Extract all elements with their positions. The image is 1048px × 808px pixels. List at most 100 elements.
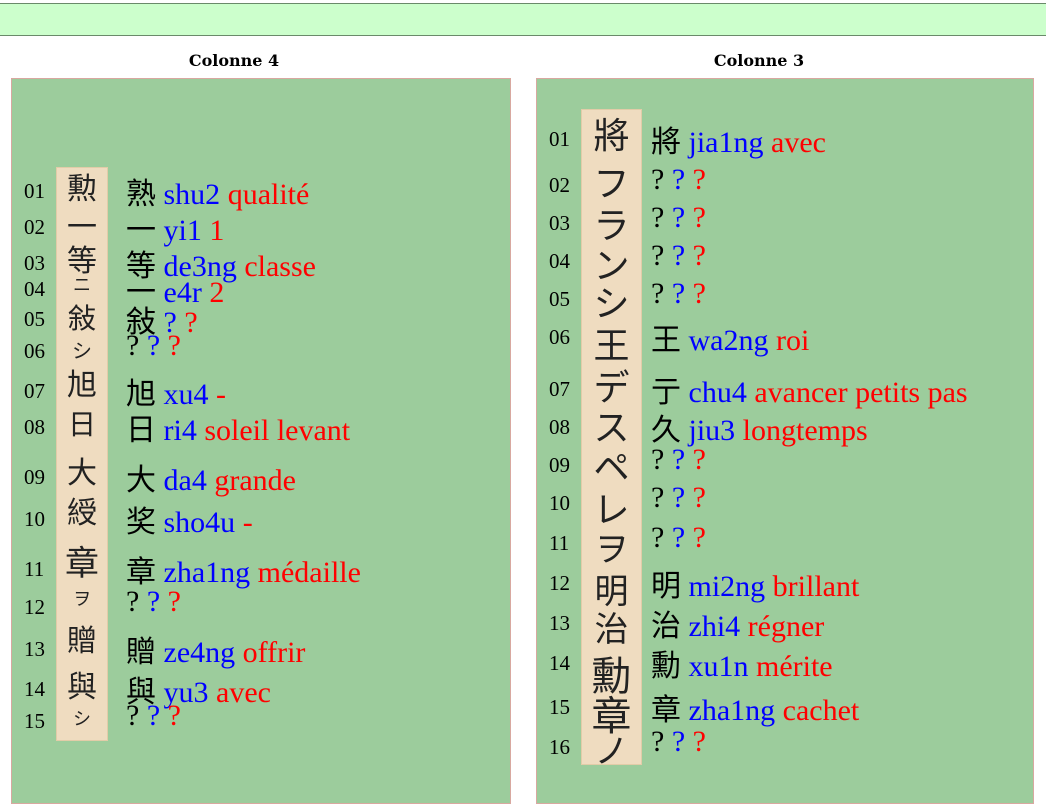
row-number: 02 xyxy=(549,173,570,197)
scan-glyph: ラ xyxy=(593,206,630,247)
row-number: 13 xyxy=(549,611,570,635)
french-meaning: ? xyxy=(692,163,706,196)
transcription-entry: 治 zhi4 régner xyxy=(651,601,824,645)
pinyin-reading: mi2ng xyxy=(688,570,766,603)
row-number: 10 xyxy=(24,507,45,531)
scan-glyph: シ xyxy=(593,284,630,325)
row-number: 01 xyxy=(24,179,45,203)
pinyin-reading: ? xyxy=(671,481,686,514)
scan-glyph: 綬 xyxy=(67,496,97,531)
french-meaning: ? xyxy=(167,329,181,362)
pinyin-reading: ? xyxy=(671,277,686,310)
scan-glyph: デ xyxy=(593,368,630,409)
row-number: 02 xyxy=(24,215,45,239)
column-3-scan-strip: 將フランシ王デスペレヲ明治勳章ノ xyxy=(581,109,642,769)
row-number: 14 xyxy=(24,677,45,701)
row-number: 05 xyxy=(24,307,45,331)
french-meaning: ? xyxy=(184,306,198,339)
hanzi-character: ? xyxy=(651,277,665,310)
scan-glyph: ヲ xyxy=(594,530,629,570)
french-meaning: ? xyxy=(692,481,706,514)
hanzi-character: 奖 xyxy=(126,506,156,539)
scan-glyph: 勳 xyxy=(591,654,632,700)
french-meaning: ? xyxy=(692,239,706,272)
transcription-entry: ? ? ? xyxy=(651,277,706,311)
column-3-title: Colonne 3 xyxy=(713,51,805,70)
pinyin-reading: ? xyxy=(671,239,686,272)
scan-glyph: 治 xyxy=(594,610,629,650)
scan-glyph: 旭 xyxy=(67,368,97,403)
hanzi-character: ? xyxy=(651,481,665,514)
french-meaning: ? xyxy=(692,443,706,476)
hanzi-character: ? xyxy=(126,585,140,618)
hanzi-character: 贈 xyxy=(126,636,156,669)
scan-glyph: 章 xyxy=(65,544,99,584)
french-meaning: 2 xyxy=(209,276,225,309)
column-4-panel: 勲一等ニ敍シ旭日大綬章ヲ贈與シ 01 熟 shu2 qualité 02 一 yi1 … xyxy=(11,78,511,804)
french-meaning: avec xyxy=(771,126,826,159)
pinyin-reading: ? xyxy=(146,699,161,732)
scan-glyph: ニ xyxy=(73,275,91,296)
transcription-entry: 將 jia1ng avec xyxy=(651,117,826,161)
transcription-entry: ? ? ? xyxy=(651,201,706,235)
hanzi-character: ? xyxy=(651,201,665,234)
scan-glyph: 一 xyxy=(67,210,97,245)
column-3-panel: 將フランシ王デスペレヲ明治勳章ノ 01 將 jia1ng avec 02? ? ? 0… xyxy=(536,78,1034,804)
row-number: 16 xyxy=(549,735,570,759)
row-number: 03 xyxy=(549,211,570,235)
hanzi-character: 王 xyxy=(651,324,681,357)
pinyin-reading: ? xyxy=(671,443,686,476)
transcription-entry: ? ? ? xyxy=(651,481,706,515)
french-meaning: soleil levant xyxy=(204,414,351,447)
scan-glyph: 大 xyxy=(67,456,97,491)
hanzi-character: 大 xyxy=(126,464,156,497)
hanzi-character: ? xyxy=(651,725,665,758)
scan-glyph: 敍 xyxy=(67,302,96,335)
row-number: 05 xyxy=(549,287,570,311)
column-4-scan-strip: 勲一等ニ敍シ旭日大綬章ヲ贈與シ xyxy=(56,167,108,741)
hanzi-character: ? xyxy=(651,443,665,476)
pinyin-reading: ? xyxy=(146,329,161,362)
scan-glyph: 明 xyxy=(594,572,629,612)
pinyin-reading: xu1n xyxy=(688,650,749,683)
row-number: 07 xyxy=(549,377,570,401)
scan-glyph: 勲 xyxy=(67,172,97,207)
french-meaning: avec xyxy=(216,676,271,709)
pinyin-reading: ? xyxy=(671,725,686,758)
hanzi-character: 明 xyxy=(651,570,681,603)
french-meaning: ? xyxy=(692,201,706,234)
french-meaning: roi xyxy=(775,324,810,357)
transcription-entry: 奖 sho4u - xyxy=(126,497,253,541)
scan-glyph: 日 xyxy=(67,408,96,441)
row-number: 14 xyxy=(549,651,570,675)
transcription-entry: 贈 ze4ng offrir xyxy=(126,627,305,671)
french-meaning: brillant xyxy=(772,570,860,603)
hanzi-character: 勳 xyxy=(651,650,681,683)
row-number: 09 xyxy=(24,465,45,489)
french-meaning: cachet xyxy=(782,694,860,727)
top-banner xyxy=(0,3,1046,36)
scan-glyph: レ xyxy=(593,490,630,531)
row-number: 06 xyxy=(549,325,570,349)
scan-glyph: 與 xyxy=(67,670,97,705)
pinyin-reading: ze4ng xyxy=(163,636,236,669)
pinyin-reading: zhi4 xyxy=(688,610,741,643)
row-number: 07 xyxy=(24,379,45,403)
transcription-entry: 明 mi2ng brillant xyxy=(651,561,859,605)
french-meaning: ? xyxy=(692,725,706,758)
row-number: 09 xyxy=(549,453,570,477)
row-number: 08 xyxy=(24,415,45,439)
hanzi-character: ? xyxy=(651,521,665,554)
french-meaning: ? xyxy=(692,277,706,310)
hanzi-character: ? xyxy=(126,699,140,732)
scan-glyph: ノ xyxy=(594,732,629,772)
transcription-entry: ? ? ? xyxy=(126,585,181,619)
transcription-entry: 日 ri4 soleil levant xyxy=(126,405,350,449)
scan-glyph: 等 xyxy=(67,244,97,279)
pinyin-reading: zha1ng xyxy=(688,694,776,727)
transcription-entry: ? ? ? xyxy=(126,699,181,733)
transcription-entry: 勳 xu1n mérite xyxy=(651,641,833,685)
hanzi-character: 將 xyxy=(651,126,681,159)
hanzi-character: 章 xyxy=(651,694,681,727)
hanzi-character: ? xyxy=(651,163,665,196)
